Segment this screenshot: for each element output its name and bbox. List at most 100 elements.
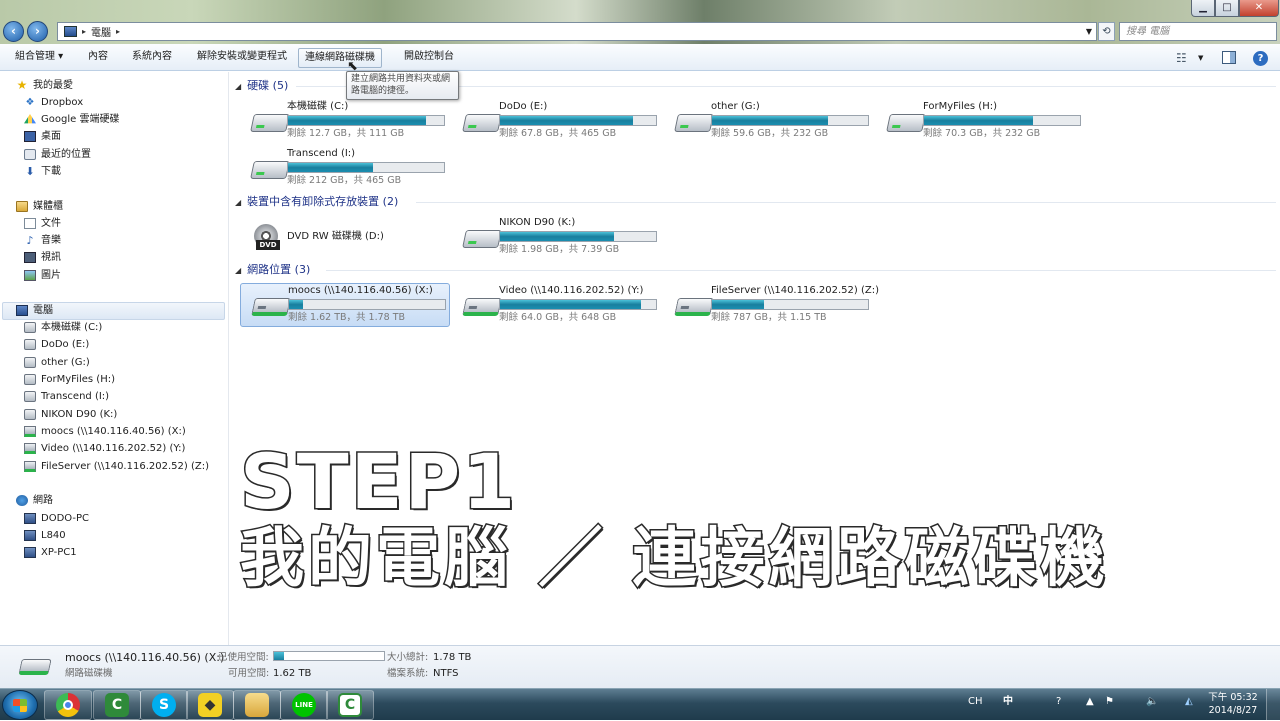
- group-divider: [326, 270, 1276, 271]
- nav-item-downloads[interactable]: ⬇ 下載: [24, 164, 61, 179]
- nav-computer[interactable]: 電腦: [16, 303, 53, 318]
- close-button[interactable]: ✕: [1239, 0, 1279, 17]
- nav-item-drive-y[interactable]: Video (\\140.116.202.52) (Y:): [24, 441, 185, 456]
- volume-icon[interactable]: 🔈: [1146, 695, 1158, 709]
- drive-tile-i[interactable]: Transcend (I:) 剩餘 212 GB，共 465 GB: [240, 147, 450, 191]
- drive-tile-x[interactable]: moocs (\\140.116.40.56) (X:) 剩餘 1.62 TB，…: [240, 283, 450, 327]
- tooltip: 建立網路共用資料夾或網路電腦的捷徑。: [346, 71, 459, 100]
- breadcrumb-location[interactable]: 電腦: [91, 24, 111, 39]
- group-header-hdd[interactable]: ◢ 硬碟 (5): [235, 78, 288, 94]
- nav-item-drive-i[interactable]: Transcend (I:): [24, 389, 109, 404]
- network-drive-icon: [251, 298, 291, 316]
- command-bar: 組合管理 ▾ 內容 系統內容 解除安裝或變更程式 連線網路磁碟機 開啟控制台 ☷…: [0, 44, 1280, 71]
- language-indicator[interactable]: CH: [968, 695, 983, 709]
- nav-item-xp-pc1[interactable]: XP-PC1: [24, 545, 77, 560]
- nav-libraries[interactable]: 媒體櫃: [16, 199, 63, 214]
- nav-item-dodo-pc[interactable]: DODO-PC: [24, 511, 89, 526]
- properties-button[interactable]: 內容: [82, 50, 114, 66]
- hard-drive-icon: [24, 374, 36, 385]
- drive-space-info: 剩餘 787 GB，共 1.15 TB: [711, 312, 827, 323]
- network-tray-icon[interactable]: ◭: [1185, 695, 1193, 709]
- nav-item-drive-e[interactable]: DoDo (E:): [24, 337, 89, 352]
- nav-item-drive-h[interactable]: ForMyFiles (H:): [24, 372, 115, 387]
- nav-item-google-drive[interactable]: Google 雲端硬碟: [24, 112, 119, 127]
- taskbar-camtasia[interactable]: C: [93, 690, 141, 720]
- view-dropdown-icon[interactable]: ▼: [1198, 54, 1203, 62]
- organize-menu[interactable]: 組合管理 ▾: [9, 50, 69, 66]
- view-options-icon[interactable]: ☷: [1176, 51, 1187, 65]
- taskbar-sticky-notes[interactable]: ◆: [186, 690, 234, 720]
- nav-item-dropbox[interactable]: ❖ Dropbox: [24, 95, 84, 110]
- breadcrumb-separator-icon[interactable]: ▸: [82, 27, 86, 36]
- drive-name: moocs (\\140.116.40.56) (X:): [288, 285, 433, 296]
- drive-tile-h[interactable]: ForMyFiles (H:) 剩餘 70.3 GB，共 232 GB: [876, 100, 1086, 144]
- drive-tile-e[interactable]: DoDo (E:) 剩餘 67.8 GB，共 465 GB: [452, 100, 662, 144]
- nav-item-videos[interactable]: 視訊: [24, 250, 61, 265]
- nav-item-drive-z[interactable]: FileServer (\\140.116.202.52) (Z:): [24, 459, 209, 474]
- drive-tile-c[interactable]: 本機磁碟 (C:) 剩餘 12.7 GB，共 111 GB: [240, 100, 450, 144]
- uninstall-button[interactable]: 解除安裝或變更程式: [191, 50, 293, 66]
- drive-usage-bar: [711, 299, 869, 310]
- clock-date: 2014/8/27: [1208, 705, 1258, 716]
- nav-item-drive-x[interactable]: moocs (\\140.116.40.56) (X:): [24, 424, 186, 439]
- taskbar-skype[interactable]: S: [140, 690, 188, 720]
- system-properties-button[interactable]: 系統內容: [126, 50, 178, 66]
- show-desktop-button[interactable]: [1266, 689, 1280, 721]
- action-center-icon[interactable]: ⚑: [1105, 695, 1114, 709]
- drive-name: DVD RW 磁碟機 (D:): [287, 231, 384, 242]
- drive-tile-g[interactable]: other (G:) 剩餘 59.6 GB，共 232 GB: [664, 100, 874, 144]
- back-button[interactable]: ‹: [3, 21, 24, 42]
- breadcrumb-separator-icon[interactable]: ▸: [116, 27, 120, 36]
- taskbar-chrome[interactable]: [44, 690, 92, 720]
- details-type: 網路磁碟機: [65, 668, 113, 679]
- taskbar-line[interactable]: LINE: [280, 690, 328, 720]
- address-bar[interactable]: ▸ 電腦 ▸: [57, 22, 1097, 41]
- show-hidden-icons[interactable]: ▲: [1086, 695, 1094, 709]
- nav-item-l840[interactable]: L840: [24, 528, 66, 543]
- drive-tile-y[interactable]: Video (\\140.116.202.52) (Y:) 剩餘 64.0 GB…: [452, 284, 662, 328]
- map-network-drive-button[interactable]: 連線網路磁碟機: [298, 48, 382, 68]
- skype-icon: S: [152, 693, 176, 717]
- group-header-removable[interactable]: ◢ 裝置中含有卸除式存放裝置 (2): [235, 194, 398, 210]
- taskbar-camtasia-recorder[interactable]: C: [326, 690, 374, 720]
- search-input[interactable]: 搜尋 電腦: [1119, 22, 1277, 41]
- maximize-button[interactable]: □: [1215, 0, 1239, 17]
- nav-item-drive-c[interactable]: 本機磁碟 (C:): [24, 320, 102, 335]
- nav-item-documents[interactable]: 文件: [24, 216, 61, 231]
- details-fs-value: NTFS: [433, 668, 459, 679]
- drive-usage-bar: [923, 115, 1081, 126]
- clock[interactable]: 下午 05:32 2014/8/27: [1207, 691, 1259, 717]
- drive-name: Transcend (I:): [287, 148, 356, 159]
- forward-button[interactable]: ›: [27, 21, 48, 42]
- help-tray-icon[interactable]: ?: [1056, 695, 1061, 709]
- details-used-label: 已使用空間:: [218, 652, 269, 663]
- nav-network[interactable]: 網路: [16, 493, 53, 508]
- chrome-icon: [56, 693, 80, 717]
- address-dropdown-icon[interactable]: ▼: [1082, 22, 1096, 41]
- preview-pane-icon[interactable]: [1222, 51, 1236, 64]
- refresh-button[interactable]: ⟲: [1098, 22, 1115, 41]
- drive-tile-k[interactable]: NIKON D90 (K:) 剩餘 1.98 GB，共 7.39 GB: [452, 216, 662, 260]
- drive-name: 本機磁碟 (C:): [287, 101, 349, 112]
- details-total-label: 大小總計:: [387, 652, 429, 663]
- removable-drive-icon: [462, 230, 502, 248]
- help-icon[interactable]: ?: [1253, 51, 1268, 66]
- nav-item-recent[interactable]: 最近的位置: [24, 147, 91, 162]
- nav-item-music[interactable]: ♪ 音樂: [24, 233, 61, 248]
- nav-favorites[interactable]: ★ 我的最愛: [16, 78, 73, 93]
- nav-item-drive-k[interactable]: NIKON D90 (K:): [24, 407, 117, 422]
- hard-drive-icon: [24, 339, 36, 350]
- nav-item-desktop[interactable]: 桌面: [24, 129, 61, 144]
- drive-name: ForMyFiles (H:): [923, 101, 997, 112]
- ime-indicator[interactable]: 中: [1003, 695, 1013, 709]
- drive-tile-z[interactable]: FileServer (\\140.116.202.52) (Z:) 剩餘 78…: [664, 284, 879, 328]
- minimize-button[interactable]: ▁: [1191, 0, 1215, 17]
- nav-item-drive-g[interactable]: other (G:): [24, 355, 90, 370]
- drive-tile-d[interactable]: DVD DVD RW 磁碟機 (D:): [240, 216, 450, 260]
- network-drive-icon: [674, 298, 714, 316]
- control-panel-button[interactable]: 開啟控制台: [398, 50, 460, 66]
- start-button[interactable]: [2, 690, 38, 720]
- taskbar-explorer[interactable]: [233, 690, 281, 720]
- group-header-network[interactable]: ◢ 網路位置 (3): [235, 262, 310, 278]
- nav-item-pictures[interactable]: 圖片: [24, 268, 61, 283]
